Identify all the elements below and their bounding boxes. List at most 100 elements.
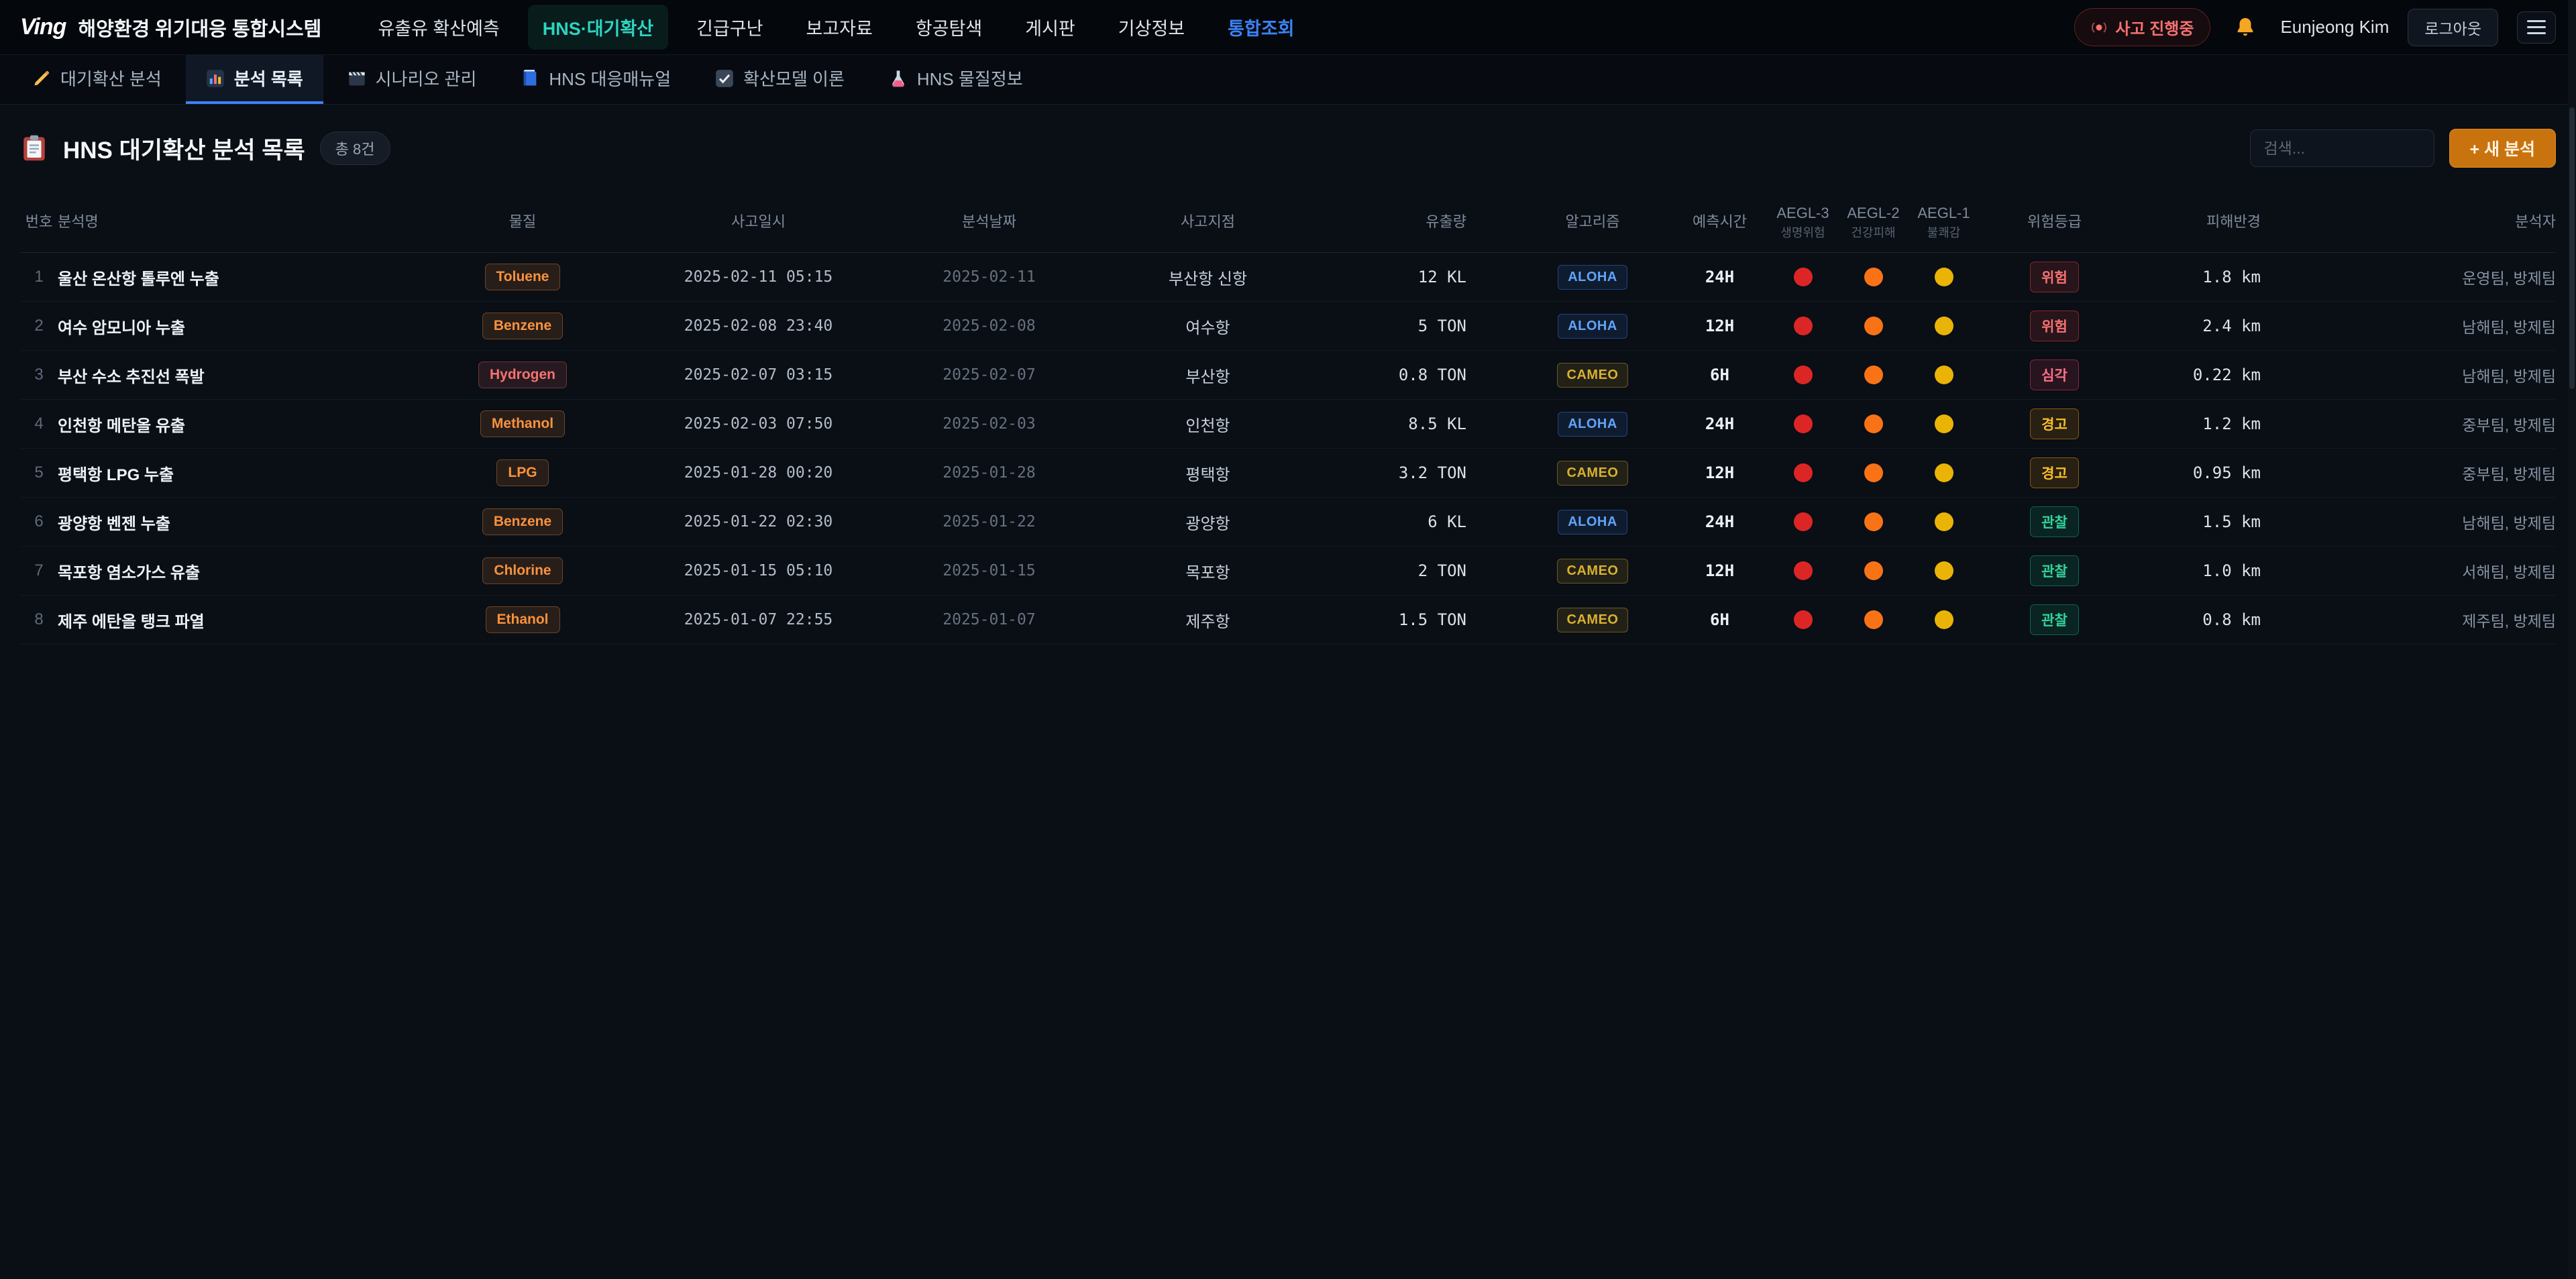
damage-radius: 0.22 km [2130, 366, 2348, 384]
aegl3-indicator [1794, 317, 1813, 335]
search-input[interactable] [2250, 129, 2434, 167]
forecast-duration: 12H [1672, 317, 1768, 335]
col-header-no: 번호 [20, 213, 58, 231]
aegl3-indicator [1794, 366, 1813, 384]
analysis-table: 번호 분석명 물질 사고일시 분석날짜 사고지점 유출량 알고리즘 예측시간 A… [20, 194, 2556, 645]
analysis-date: 2025-02-11 [876, 268, 1102, 286]
col-header-name: 분석명 [58, 213, 405, 231]
row-number: 1 [20, 268, 58, 286]
analyst: 운영팀, 방제팀 [2348, 266, 2556, 288]
col-header-forecast: 예측시간 [1672, 213, 1768, 231]
sub-tab-bar: 대기확산 분석 분석 목록 시나리오 관리 HNS 대응매뉴얼 확산모델 이론 … [0, 55, 2576, 105]
scrollbar[interactable] [2568, 0, 2576, 1279]
page-header: HNS 대기확산 분석 목록 총 8건 + 새 분석 [20, 129, 2556, 168]
tab-label: 분석 목록 [234, 66, 303, 91]
analyst: 중부팀, 방제팀 [2348, 412, 2556, 435]
aegl2-indicator [1864, 512, 1883, 531]
logo-mark: Ving [20, 14, 66, 40]
spill-amount: 3.2 TON [1313, 463, 1513, 482]
risk-badge: 위험 [2030, 311, 2079, 341]
forecast-duration: 24H [1672, 512, 1768, 531]
tab-label: 시나리오 관리 [376, 66, 477, 91]
nav-item-integrated-search[interactable]: 통합조회 [1213, 5, 1309, 50]
accident-datetime: 2025-02-11 05:15 [641, 268, 876, 286]
tab-dispersion-analysis[interactable]: 대기확산 분석 [12, 55, 182, 104]
aegl1-indicator [1935, 512, 1953, 531]
new-analysis-button[interactable]: + 새 분석 [2449, 129, 2557, 168]
pencil-icon [32, 69, 51, 88]
tab-hns-substance-info[interactable]: HNS 물질정보 [869, 55, 1043, 104]
nav-item-aerial-search[interactable]: 항공탐색 [901, 5, 997, 50]
aegl1-indicator [1935, 366, 1953, 384]
aegl1-indicator [1935, 414, 1953, 433]
aegl2-indicator [1864, 561, 1883, 580]
table-row[interactable]: 3 부산 수소 추진선 폭발 Hydrogen 2025-02-07 03:15… [20, 351, 2556, 400]
table-row[interactable]: 7 목포항 염소가스 유출 Chlorine 2025-01-15 05:10 … [20, 547, 2556, 596]
tab-model-theory[interactable]: 확산모델 이론 [695, 55, 865, 104]
accident-location: 부산항 [1102, 364, 1313, 387]
col-header-algorithm: 알고리즘 [1513, 213, 1672, 231]
incident-status-badge[interactable]: 사고 진행중 [2074, 8, 2210, 46]
app-logo[interactable]: Ving 해양환경 위기대응 통합시스템 [20, 13, 321, 42]
damage-radius: 1.5 km [2130, 512, 2348, 531]
table-row[interactable]: 6 광양항 벤젠 누출 Benzene 2025-01-22 02:30 202… [20, 498, 2556, 547]
notifications-button[interactable] [2229, 11, 2261, 44]
aegl3-indicator [1794, 512, 1813, 531]
accident-datetime: 2025-01-28 00:20 [641, 464, 876, 482]
accident-datetime: 2025-01-22 02:30 [641, 513, 876, 531]
aegl1-indicator [1935, 561, 1953, 580]
aegl2-indicator [1864, 414, 1883, 433]
substance-badge: Benzene [482, 508, 563, 535]
substance-badge: Hydrogen [478, 362, 567, 388]
row-number: 5 [20, 463, 58, 482]
forecast-duration: 24H [1672, 414, 1768, 433]
aegl3-indicator [1794, 561, 1813, 580]
nav-item-oil-spill-prediction[interactable]: 유출유 확산예측 [363, 5, 514, 50]
table-row[interactable]: 1 울산 온산항 톨루엔 누출 Toluene 2025-02-11 05:15… [20, 253, 2556, 302]
logout-button[interactable]: 로그아웃 [2408, 9, 2498, 46]
analysis-name: 제주 에탄올 탱크 파열 [58, 608, 405, 632]
nav-item-hns-dispersion[interactable]: HNS·대기확산 [528, 5, 668, 50]
accident-datetime: 2025-02-08 23:40 [641, 317, 876, 335]
forecast-duration: 12H [1672, 561, 1768, 580]
nav-item-board[interactable]: 게시판 [1010, 5, 1090, 50]
nav-item-weather[interactable]: 기상정보 [1104, 5, 1199, 50]
spill-amount: 0.8 TON [1313, 366, 1513, 384]
analyst: 중부팀, 방제팀 [2348, 461, 2556, 484]
tab-hns-manual[interactable]: HNS 대응매뉴얼 [500, 55, 691, 104]
substance-badge: LPG [496, 459, 548, 486]
spill-amount: 6 KL [1313, 512, 1513, 531]
col-header-aegl1: AEGL-1불쾌감 [1909, 204, 1979, 240]
user-name: Eunjeong Kim [2280, 17, 2389, 38]
damage-radius: 1.2 km [2130, 414, 2348, 433]
col-header-location: 사고지점 [1102, 213, 1313, 231]
system-title: 해양환경 위기대응 통합시스템 [78, 13, 321, 42]
table-row[interactable]: 5 평택항 LPG 누출 LPG 2025-01-28 00:20 2025-0… [20, 449, 2556, 498]
table-header-row: 번호 분석명 물질 사고일시 분석날짜 사고지점 유출량 알고리즘 예측시간 A… [20, 194, 2556, 253]
tab-analysis-list[interactable]: 분석 목록 [186, 55, 323, 104]
hamburger-menu-button[interactable] [2517, 11, 2556, 44]
table-row[interactable]: 8 제주 에탄올 탱크 파열 Ethanol 2025-01-07 22:55 … [20, 596, 2556, 645]
accident-location: 평택항 [1102, 461, 1313, 485]
risk-badge: 관찰 [2030, 506, 2079, 537]
nav-item-emergency-rescue[interactable]: 긴급구난 [682, 5, 777, 50]
accident-datetime: 2025-02-07 03:15 [641, 366, 876, 384]
tab-label: 대기확산 분석 [60, 66, 162, 91]
analyst: 남해팀, 방제팀 [2348, 510, 2556, 533]
row-number: 2 [20, 317, 58, 335]
table-row[interactable]: 4 인천항 메탄올 유출 Methanol 2025-02-03 07:50 2… [20, 400, 2556, 449]
table-row[interactable]: 2 여수 암모니아 누출 Benzene 2025-02-08 23:40 20… [20, 302, 2556, 351]
tab-scenario-management[interactable]: 시나리오 관리 [327, 55, 497, 104]
accident-location: 목포항 [1102, 559, 1313, 583]
risk-badge: 위험 [2030, 262, 2079, 292]
aegl2-indicator [1864, 463, 1883, 482]
scrollbar-thumb[interactable] [2569, 107, 2575, 389]
incident-status-label: 사고 진행중 [2115, 15, 2194, 39]
analyst: 제주팀, 방제팀 [2348, 608, 2556, 631]
aegl3-indicator [1794, 414, 1813, 433]
nav-item-reports[interactable]: 보고자료 [792, 5, 888, 50]
col-header-analyst: 분석자 [2348, 213, 2556, 231]
aegl3-indicator [1794, 463, 1813, 482]
analysis-name: 울산 온산항 톨루엔 누출 [58, 266, 405, 289]
alert-siren-icon [2091, 19, 2107, 36]
